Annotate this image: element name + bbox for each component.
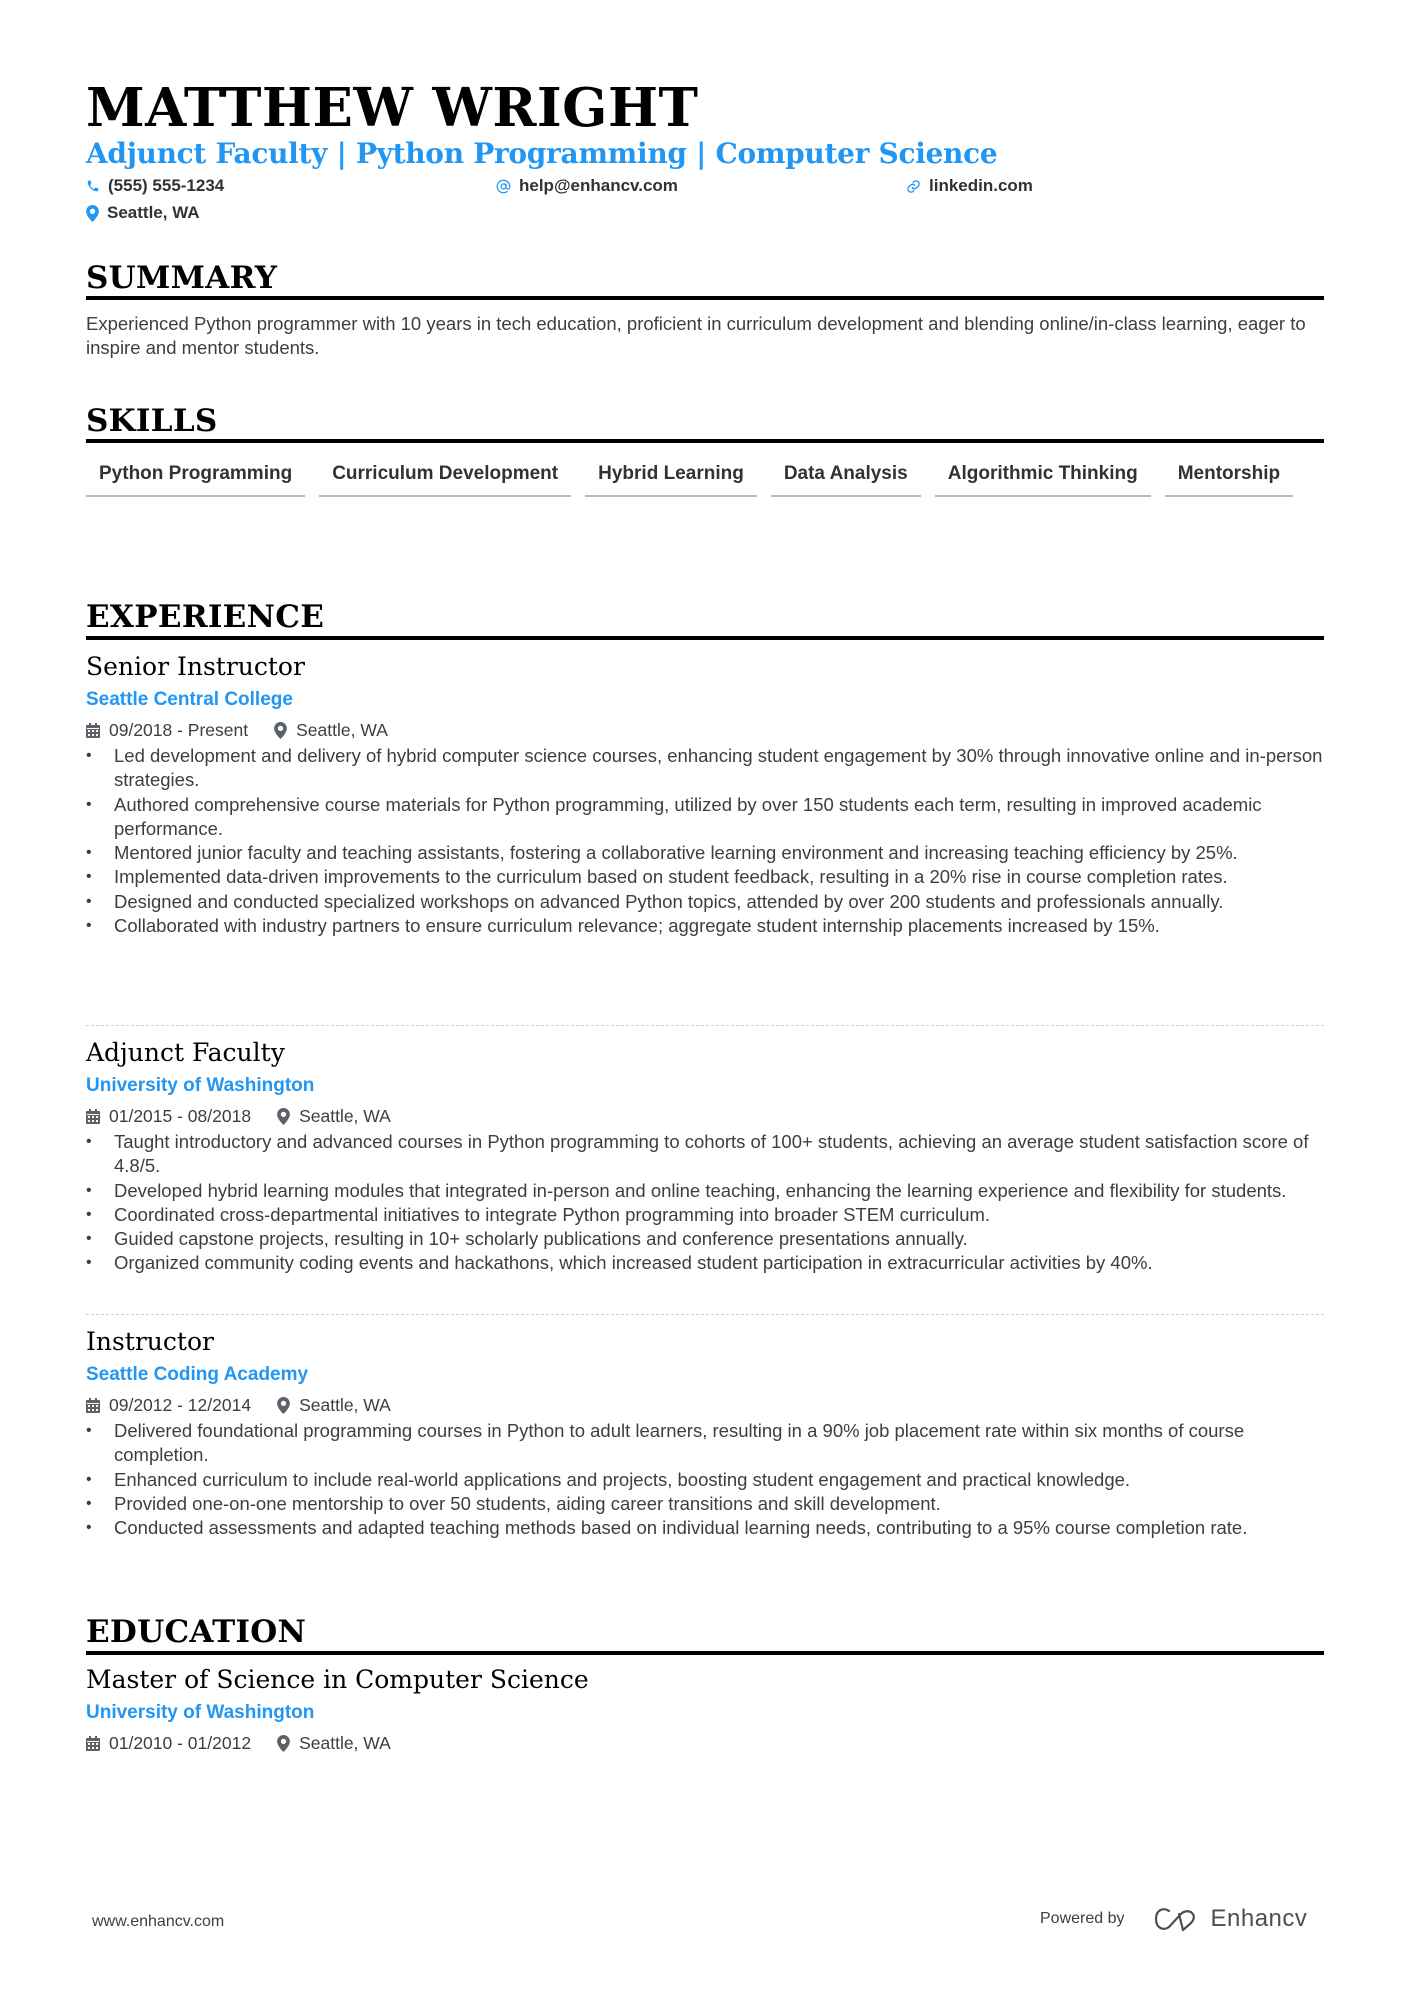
job-dates: 09/2012 - 12/2014 (86, 1393, 251, 1417)
bullet-item: Led development and delivery of hybrid c… (86, 744, 1324, 793)
skill-tag: Data Analysis (770, 458, 921, 497)
bullet-item: Collaborated with industry partners to e… (86, 914, 1324, 939)
contact-phone: (555) 555-1234 (86, 175, 224, 197)
map-pin-icon (86, 204, 99, 222)
job-dates: 09/2018 - Present (86, 718, 248, 742)
education-entry: Master of Science in Computer Science Un… (86, 1664, 1324, 1755)
experience-entry: Instructor Seattle Coding Academy 09/201… (86, 1326, 1324, 1541)
powered-by-label: Powered by (1040, 1910, 1125, 1927)
calendar-icon (86, 722, 100, 738)
bullet-item: Implemented data-driven improvements to … (86, 865, 1324, 890)
job-location: Seattle, WA (277, 1393, 391, 1417)
job-bullets: Delivered foundational programming cours… (86, 1419, 1324, 1541)
skill-tag: Python Programming (86, 458, 306, 497)
job-location: Seattle, WA (274, 718, 388, 742)
job-organization[interactable]: University of Washington (86, 1074, 1324, 1098)
bullet-item: Developed hybrid learning modules that i… (86, 1179, 1324, 1204)
calendar-icon (86, 1108, 100, 1124)
calendar-icon (86, 1397, 100, 1413)
skill-tag: Mentorship (1164, 458, 1294, 497)
enhancv-logo-icon (1154, 1908, 1195, 1932)
job-location-text: Seattle, WA (299, 1106, 391, 1126)
education-rule (86, 1651, 1324, 1655)
job-meta: 09/2018 - Present Seattle, WA (86, 718, 1324, 742)
contact-email[interactable]: help@enhancv.com (496, 175, 678, 197)
job-organization[interactable]: Seattle Central College (86, 688, 1324, 712)
bullet-item: Conducted assessments and adapted teachi… (86, 1516, 1324, 1541)
map-pin-icon (277, 1107, 290, 1125)
bullet-item: Guided capstone projects, resulting in 1… (86, 1227, 1324, 1252)
education-dates-text: 01/2010 - 01/2012 (109, 1733, 252, 1753)
candidate-name: MATTHEW WRIGHT (86, 77, 699, 139)
experience-rule (86, 636, 1324, 640)
education-dates: 01/2010 - 01/2012 (86, 1731, 251, 1755)
bullet-item: Designed and conducted specialized works… (86, 890, 1324, 915)
education-meta: 01/2010 - 01/2012 Seattle, WA (86, 1731, 1324, 1755)
degree-title: Master of Science in Computer Science (86, 1665, 589, 1694)
candidate-headline: Adjunct Faculty | Python Programming | C… (86, 137, 998, 170)
calendar-icon (86, 1735, 100, 1751)
contact-location: Seattle, WA (86, 202, 200, 224)
skill-tag: Hybrid Learning (585, 458, 757, 497)
skill-tag: Algorithmic Thinking (934, 458, 1151, 497)
job-location-text: Seattle, WA (299, 1395, 391, 1415)
school-name[interactable]: University of Washington (86, 1701, 1324, 1725)
bullet-item: Mentored junior faculty and teaching ass… (86, 841, 1324, 866)
bullet-item: Enhanced curriculum to include real-worl… (86, 1468, 1324, 1493)
skills-heading: SKILLS (86, 403, 218, 439)
job-bullets: Taught introductory and advanced courses… (86, 1130, 1324, 1276)
job-bullets: Led development and delivery of hybrid c… (86, 744, 1324, 939)
experience-entry: Senior Instructor Seattle Central Colleg… (86, 651, 1324, 939)
job-meta: 09/2012 - 12/2014 Seattle, WA (86, 1393, 1324, 1417)
bullet-item: Authored comprehensive course materials … (86, 793, 1324, 842)
education-heading: EDUCATION (86, 1614, 307, 1650)
bullet-item: Organized community coding events and ha… (86, 1251, 1324, 1276)
job-location-text: Seattle, WA (296, 720, 388, 740)
skills-list: Python Programming Curriculum Developmen… (86, 458, 1324, 497)
map-pin-icon (277, 1396, 290, 1414)
job-location: Seattle, WA (277, 1104, 391, 1128)
bullet-item: Provided one-on-one mentorship to over 5… (86, 1492, 1324, 1517)
map-pin-icon (277, 1734, 290, 1752)
bullet-item: Taught introductory and advanced courses… (86, 1130, 1324, 1179)
link-icon (907, 179, 920, 193)
skills-rule (86, 439, 1324, 443)
summary-text: Experienced Python programmer with 10 ye… (86, 313, 1306, 358)
education-location-text: Seattle, WA (299, 1733, 391, 1753)
bullet-item: Coordinated cross-departmental initiativ… (86, 1203, 1324, 1228)
job-meta: 01/2015 - 08/2018 Seattle, WA (86, 1104, 1324, 1128)
experience-heading: EXPERIENCE (86, 599, 325, 635)
footer-branding: Powered by Enhancv (1040, 1905, 1307, 1933)
job-dates: 01/2015 - 08/2018 (86, 1104, 251, 1128)
job-dates-text: 09/2018 - Present (109, 720, 249, 740)
at-icon (496, 179, 511, 193)
contact-linkedin[interactable]: linkedin.com (906, 175, 1033, 197)
entry-divider (86, 1025, 1324, 1026)
job-dates-text: 09/2012 - 12/2014 (109, 1395, 252, 1415)
skill-tag: Curriculum Development (319, 458, 572, 497)
experience-entry: Adjunct Faculty University of Washington… (86, 1037, 1324, 1276)
job-title: Instructor (86, 1327, 214, 1356)
job-organization[interactable]: Seattle Coding Academy (86, 1363, 1324, 1387)
brand-name: Enhancv (1210, 1905, 1308, 1932)
job-title: Adjunct Faculty (86, 1038, 285, 1067)
map-pin-icon (274, 721, 287, 739)
education-location: Seattle, WA (277, 1731, 391, 1755)
bullet-item: Delivered foundational programming cours… (86, 1419, 1324, 1468)
linkedin-text[interactable]: linkedin.com (929, 175, 1033, 197)
footer-website[interactable]: www.enhancv.com (92, 1913, 224, 1931)
summary-heading: SUMMARY (86, 260, 278, 296)
phone-icon (87, 180, 99, 192)
job-dates-text: 01/2015 - 08/2018 (109, 1106, 252, 1126)
location-text: Seattle, WA (107, 203, 200, 222)
entry-divider (86, 1314, 1324, 1315)
email-text[interactable]: help@enhancv.com (519, 175, 678, 197)
phone-text: (555) 555-1234 (108, 176, 225, 195)
job-title: Senior Instructor (86, 652, 305, 681)
summary-rule (86, 296, 1324, 300)
